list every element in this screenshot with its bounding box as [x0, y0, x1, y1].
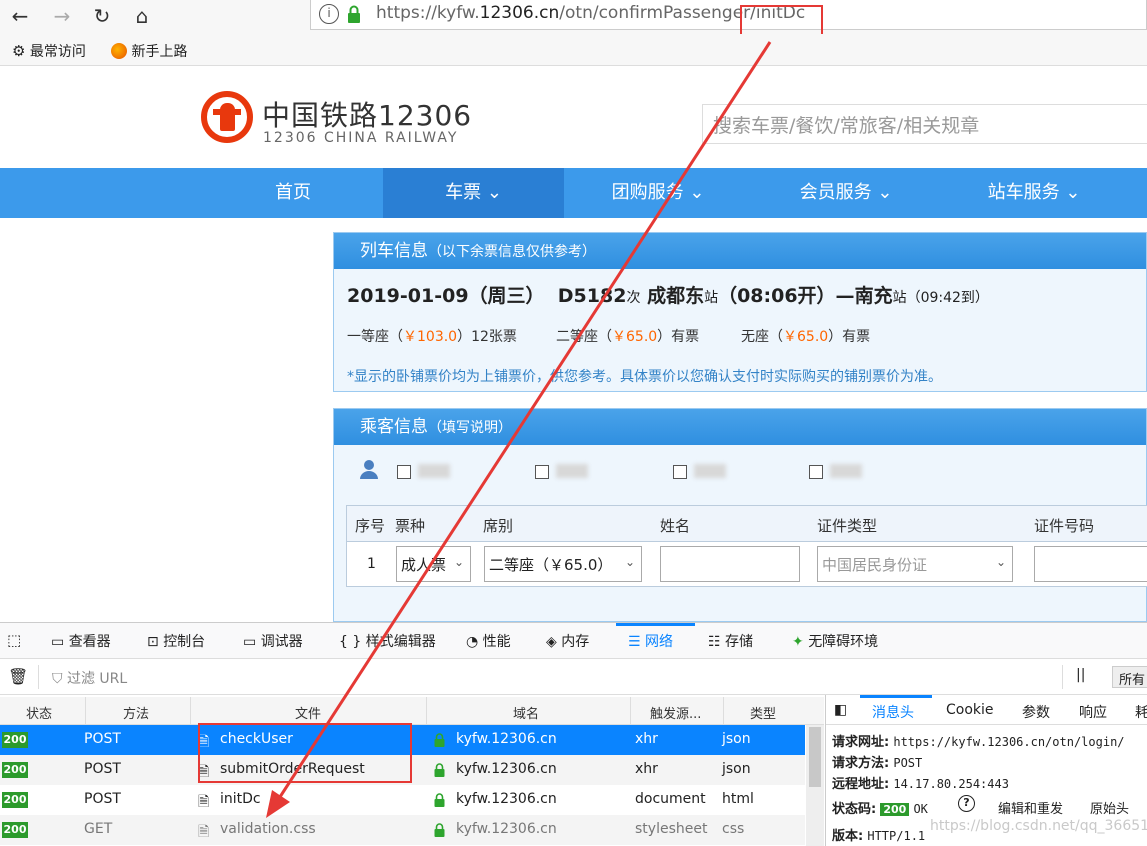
annotation-arrow — [266, 41, 772, 818]
watermark-text: https://blog.csdn.net/qq_36651720 — [930, 818, 1147, 834]
